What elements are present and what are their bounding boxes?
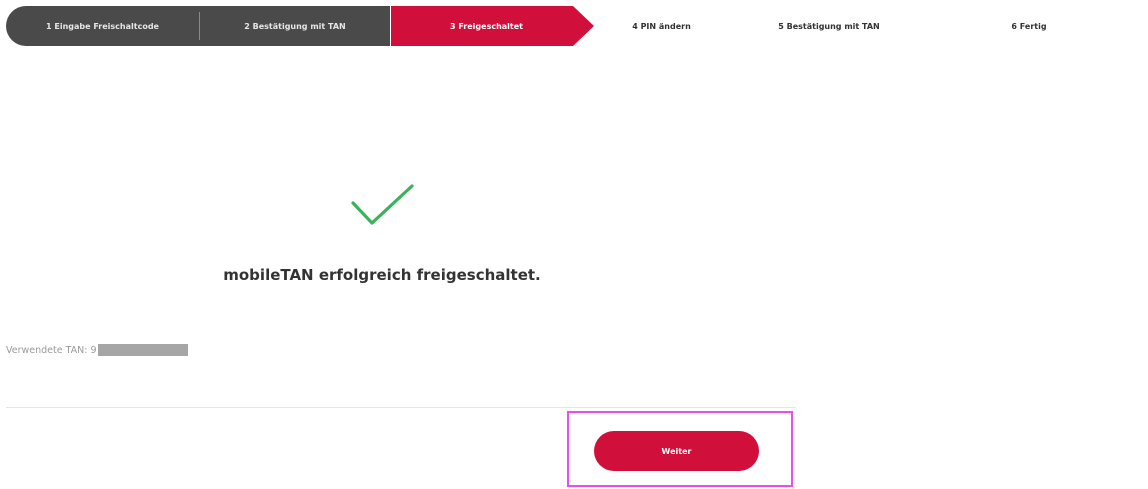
step-divider bbox=[199, 12, 200, 40]
step-5-label: 5 Bestätigung mit TAN bbox=[778, 21, 880, 31]
divider bbox=[6, 407, 796, 408]
tan-redaction-bar bbox=[97, 344, 188, 356]
used-tan-row: Verwendete TAN: 9 bbox=[6, 343, 188, 357]
step-4: 4 PIN ändern bbox=[594, 6, 729, 46]
success-message: mobileTAN erfolgreich freigeschaltet. bbox=[223, 266, 541, 284]
used-tan-label: Verwendete TAN: 9 bbox=[6, 344, 97, 356]
step-6: 6 Fertig bbox=[929, 6, 1129, 46]
progress-stepper: 1 Eingabe Freischaltcode 2 Bestätigung m… bbox=[6, 6, 1148, 46]
step-1-label: 1 Eingabe Freischaltcode bbox=[46, 21, 159, 31]
page: 1 Eingabe Freischaltcode 2 Bestätigung m… bbox=[0, 0, 1148, 489]
step-4-label: 4 PIN ändern bbox=[632, 21, 691, 31]
step-2: 2 Bestätigung mit TAN bbox=[199, 6, 391, 46]
continue-button[interactable]: Weiter bbox=[594, 431, 759, 471]
step-3-active: 3 Freigeschaltet bbox=[391, 6, 594, 46]
step-5: 5 Bestätigung mit TAN bbox=[729, 6, 929, 46]
step-1: 1 Eingabe Freischaltcode bbox=[6, 6, 199, 46]
checkmark-icon bbox=[351, 184, 414, 225]
step-2-label: 2 Bestätigung mit TAN bbox=[244, 21, 346, 31]
step-6-label: 6 Fertig bbox=[1011, 21, 1047, 31]
step-3-label: 3 Freigeschaltet bbox=[450, 21, 523, 31]
